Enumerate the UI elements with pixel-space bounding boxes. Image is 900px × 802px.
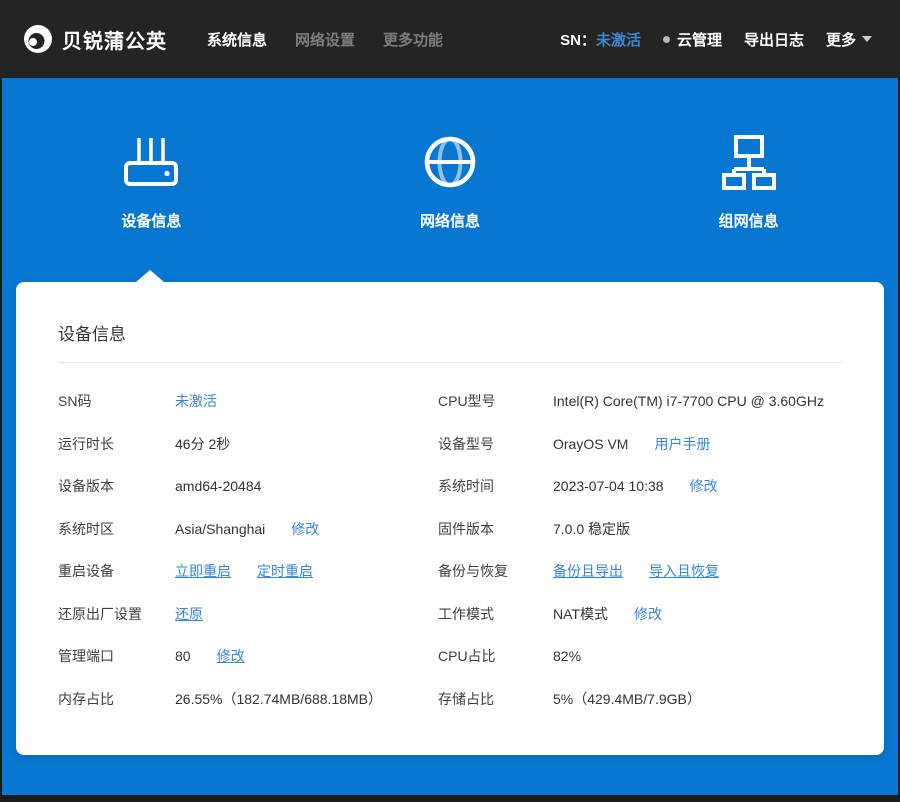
app-window: 贝锐蒲公英 系统信息 网络设置 更多功能 SN： 未激活 云管理 导出日志 更多 [0, 0, 900, 802]
factory-reset-link[interactable]: 还原 [175, 604, 203, 624]
brand-logo[interactable]: 贝锐蒲公英 [22, 23, 167, 55]
field-label: 内存占比 [58, 689, 175, 709]
field-label: 管理端口 [58, 646, 175, 666]
field-label: 备份与恢复 [438, 561, 553, 581]
field-value: 2023-07-04 10:38 [553, 478, 664, 494]
table-row: 系统时区Asia/Shanghai 修改 固件版本7.0.0 稳定版 [58, 508, 842, 551]
field-value: 26.55%（182.74MB/688.18MB） [175, 689, 382, 709]
field-label: 还原出厂设置 [58, 604, 175, 624]
field-label: CPU占比 [438, 646, 553, 666]
field-value: 5%（429.4MB/7.9GB） [553, 689, 701, 709]
export-log-link[interactable]: 导出日志 [744, 29, 804, 50]
modify-timezone-link[interactable]: 修改 [291, 519, 319, 539]
import-restore-link[interactable]: 导入且恢复 [649, 561, 719, 581]
info-cell: SN码未激活 [58, 391, 438, 411]
field-label: 运行时长 [58, 434, 175, 454]
field-value: Intel(R) Core(TM) i7-7700 CPU @ 3.60GHz [553, 393, 824, 409]
info-cell: CPU占比82% [438, 646, 842, 666]
topology-icon [717, 130, 781, 194]
cloud-management-link[interactable]: 云管理 [663, 29, 722, 50]
field-label: 设备型号 [438, 434, 553, 454]
globe-icon [418, 130, 482, 194]
field-value: amd64-20484 [175, 478, 261, 494]
tab-network-info[interactable]: 网络信息 [301, 78, 600, 282]
field-label: SN码 [58, 391, 175, 411]
table-row: 重启设备立即重启 定时重启 备份与恢复备份且导出 导入且恢复 [58, 550, 842, 593]
nav-network-settings[interactable]: 网络设置 [295, 29, 355, 50]
info-cell: 工作模式NAT模式 修改 [438, 604, 842, 624]
header-right-group: SN： 未激活 云管理 导出日志 更多 [560, 29, 872, 50]
info-cell: 系统时间2023-07-04 10:38 修改 [438, 476, 842, 496]
info-cell: 运行时长46分 2秒 [58, 434, 438, 454]
panel-title: 设备信息 [58, 282, 842, 345]
window-bottom-edge [0, 795, 900, 802]
info-cell: CPU型号Intel(R) Core(TM) i7-7700 CPU @ 3.6… [438, 391, 842, 411]
backup-export-link[interactable]: 备份且导出 [553, 561, 623, 581]
tab-networking-info[interactable]: 组网信息 [599, 78, 898, 282]
info-cell: 内存占比26.55%（182.74MB/688.18MB） [58, 689, 438, 709]
info-cell: 设备型号OrayOS VM 用户手册 [438, 434, 842, 454]
info-tabs: 设备信息 网络信息 [2, 78, 898, 282]
reboot-now-link[interactable]: 立即重启 [175, 561, 231, 581]
info-cell: 系统时区Asia/Shanghai 修改 [58, 519, 438, 539]
field-label: 重启设备 [58, 561, 175, 581]
more-menu-label: 更多 [826, 29, 856, 50]
table-row: 内存占比26.55%（182.74MB/688.18MB）存储占比5%（429.… [58, 678, 842, 721]
device-info-panel: 设备信息 SN码未激活CPU型号Intel(R) Core(TM) i7-770… [16, 282, 884, 755]
scheduled-reboot-link[interactable]: 定时重启 [257, 561, 313, 581]
info-cell: 还原出厂设置还原 [58, 604, 438, 624]
brand-name: 贝锐蒲公英 [62, 25, 167, 54]
top-header: 贝锐蒲公英 系统信息 网络设置 更多功能 SN： 未激活 云管理 导出日志 更多 [0, 0, 900, 78]
field-label: 存储占比 [438, 689, 553, 709]
sn-activate-link[interactable]: 未激活 [175, 391, 217, 411]
tab-device-info[interactable]: 设备信息 [2, 78, 301, 282]
cloud-management-label: 云管理 [677, 29, 722, 50]
main-nav: 系统信息 网络设置 更多功能 [207, 29, 443, 50]
info-cell: 设备版本amd64-20484 [58, 476, 438, 496]
tab-networking-info-label: 组网信息 [719, 210, 779, 231]
info-cell: 备份与恢复备份且导出 导入且恢复 [438, 561, 842, 581]
field-label: 固件版本 [438, 519, 553, 539]
field-value: 82% [553, 648, 581, 664]
table-row: 运行时长46分 2秒设备型号OrayOS VM用户手册 [58, 423, 842, 466]
tab-network-info-label: 网络信息 [420, 210, 480, 231]
router-icon [119, 130, 183, 194]
device-info-table: SN码未激活CPU型号Intel(R) Core(TM) i7-7700 CPU… [58, 363, 842, 720]
nav-system-info[interactable]: 系统信息 [207, 29, 267, 50]
field-label: 设备版本 [58, 476, 175, 496]
table-row: 管理端口80 修改 CPU占比82% [58, 635, 842, 678]
tab-device-info-label: 设备信息 [121, 210, 181, 231]
modify-work-mode-link[interactable]: 修改 [634, 604, 662, 624]
info-cell: 固件版本7.0.0 稳定版 [438, 519, 842, 539]
modify-admin-port-link[interactable]: 修改 [217, 646, 245, 666]
sn-activate-header-link[interactable]: 未激活 [596, 29, 641, 50]
chevron-down-icon [862, 36, 872, 42]
field-value: 46分 2秒 [175, 434, 230, 454]
main-content: 设备信息 网络信息 [2, 78, 898, 795]
field-value: Asia/Shanghai [175, 521, 265, 537]
sn-status: SN： 未激活 [560, 29, 641, 50]
active-tab-pointer [136, 270, 164, 282]
field-label: 系统时区 [58, 519, 175, 539]
info-cell: 重启设备立即重启 定时重启 [58, 561, 438, 581]
table-row: 还原出厂设置还原工作模式NAT模式修改 [58, 593, 842, 636]
status-dot-icon [663, 36, 670, 43]
oray-logo-icon [22, 23, 54, 55]
modify-system-time-link[interactable]: 修改 [690, 476, 718, 496]
field-label: 系统时间 [438, 476, 553, 496]
field-label: CPU型号 [438, 391, 553, 411]
user-manual-link[interactable]: 用户手册 [654, 434, 710, 454]
field-value: OrayOS VM [553, 436, 628, 452]
table-row: SN码未激活CPU型号Intel(R) Core(TM) i7-7700 CPU… [58, 380, 842, 423]
more-menu[interactable]: 更多 [826, 29, 872, 50]
field-value: NAT模式 [553, 604, 608, 624]
nav-more-features[interactable]: 更多功能 [383, 29, 443, 50]
info-cell: 存储占比5%（429.4MB/7.9GB） [438, 689, 842, 709]
sn-label: SN： [560, 29, 596, 50]
field-value: 7.0.0 稳定版 [553, 519, 630, 539]
field-label: 工作模式 [438, 604, 553, 624]
field-value: 80 [175, 648, 191, 664]
table-row: 设备版本amd64-20484系统时间2023-07-04 10:38修改 [58, 465, 842, 508]
info-cell: 管理端口80 修改 [58, 646, 438, 666]
